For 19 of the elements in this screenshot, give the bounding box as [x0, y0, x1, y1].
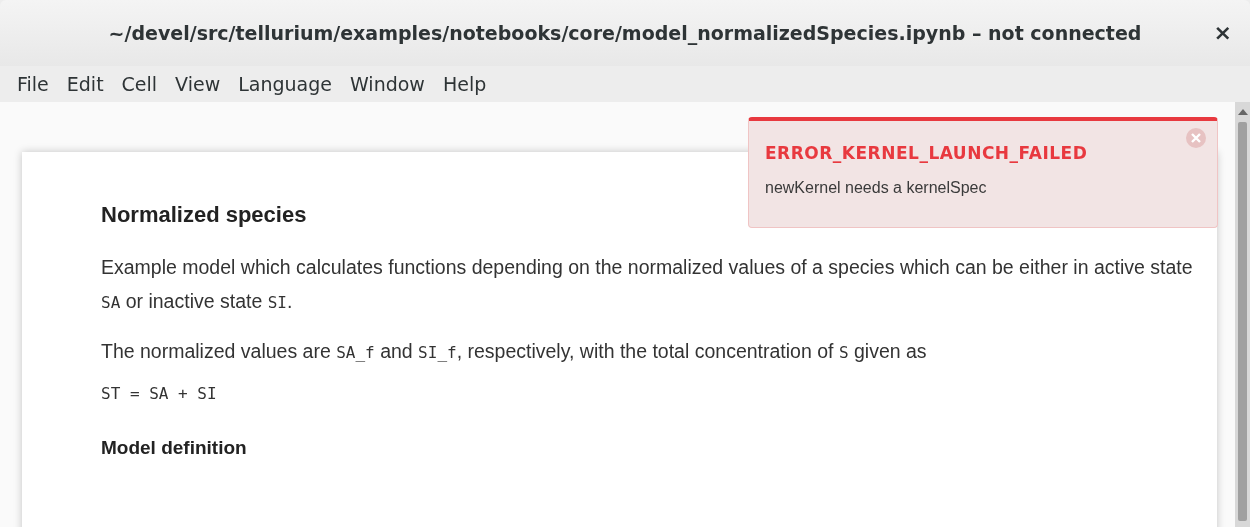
code-line: ST = SA + SI — [101, 384, 218, 403]
menu-item[interactable]: View — [166, 71, 230, 97]
menu-item[interactable]: Cell — [112, 71, 167, 97]
notebook-heading: Normalized species — [101, 202, 308, 228]
paragraph: The normalized values are SA_f and SI_f, respectively, with the total concentration of S given as — [101, 339, 928, 364]
notification-message: newKernel needs a kernelSpec — [765, 179, 988, 197]
menu-item[interactable]: File — [8, 71, 58, 97]
paragraph: Example model which calculates functions depending on the normalized values of a species which can be either in active state SA or inactive state SI. — [101, 255, 1194, 314]
close-icon[interactable] — [1185, 127, 1207, 149]
notebook-subheading: Model definition — [101, 437, 248, 459]
scrollbar[interactable] — [1235, 102, 1250, 527]
scroll-up-icon[interactable] — [1237, 108, 1248, 116]
menu-item[interactable]: Window — [341, 71, 434, 97]
menu-item[interactable]: Edit — [57, 71, 113, 97]
window-title: ~/devel/src/tellurium/examples/notebooks/core/model_normalizedSpecies.ipynb – not connected — [108, 22, 1142, 44]
menu-item[interactable]: Help — [433, 71, 496, 97]
close-button[interactable]: × — [1209, 20, 1236, 45]
notification-title: ERROR_KERNEL_LAUNCH_FAILED — [765, 143, 1089, 163]
menu-item[interactable]: Language — [229, 71, 341, 97]
